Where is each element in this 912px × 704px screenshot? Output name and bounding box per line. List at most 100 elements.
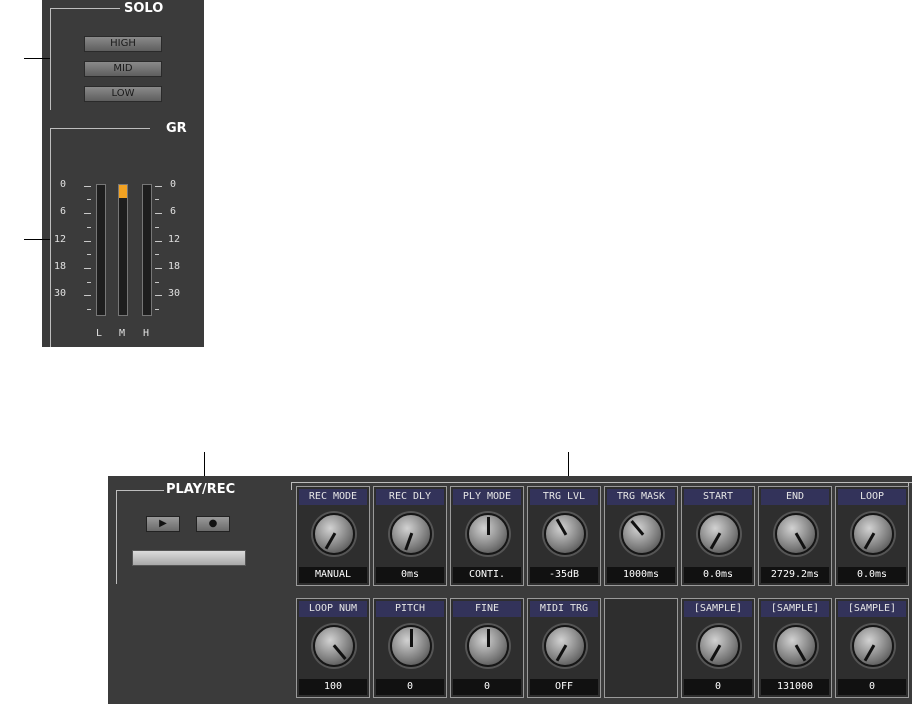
param-value: OFF — [530, 679, 598, 695]
playrec-bar-button[interactable] — [132, 550, 246, 566]
callout-line-gr — [24, 239, 50, 240]
param-knob[interactable] — [621, 513, 663, 555]
play-rec-panel: PLAY/REC ▶ ● REC MODE MANUAL REC DLY 0ms PLY… — [108, 476, 912, 704]
knob-pointer — [404, 532, 414, 551]
param-knob[interactable] — [775, 625, 817, 667]
param-value: 0 — [838, 679, 906, 695]
gr-meter-m-fill — [119, 185, 127, 198]
param-label: END — [761, 489, 829, 505]
param-knob[interactable] — [698, 513, 740, 555]
empty-param-slot — [604, 598, 678, 698]
param-knob[interactable] — [852, 625, 894, 667]
gr-meter-h-label: H — [143, 328, 150, 339]
param-label: TRG LVL — [530, 489, 598, 505]
gr-scale-left-0: 0 — [60, 179, 67, 190]
solo-frame-top — [50, 8, 120, 9]
param-value: 1000ms — [607, 567, 675, 583]
knob-pointer — [410, 629, 413, 647]
solo-low-button[interactable]: LOW — [84, 86, 162, 102]
solo-mid-button[interactable]: MID — [84, 61, 162, 77]
solo-gr-panel: SOLO HIGH MID LOW GR 0 6 12 18 30 0 6 12… — [42, 0, 204, 347]
param-rec-dly: REC DLY 0ms — [373, 486, 447, 586]
gr-meter-l — [96, 184, 106, 316]
gr-frame-top — [50, 128, 150, 129]
param-label: [SAMPLE] — [838, 601, 906, 617]
param-sample: [SAMPLE] 0 — [681, 598, 755, 698]
callout-line-solo — [24, 58, 50, 59]
gr-tick — [155, 227, 159, 228]
knob-pointer — [709, 644, 722, 662]
knob-pointer — [555, 518, 568, 536]
param-knob[interactable] — [390, 625, 432, 667]
param-knob[interactable] — [467, 513, 509, 555]
param-sample: [SAMPLE] 131000 — [758, 598, 832, 698]
solo-high-button[interactable]: HIGH — [84, 36, 162, 52]
param-loop-num: LOOP NUM 100 — [296, 598, 370, 698]
play-button[interactable]: ▶ — [146, 516, 180, 532]
param-label: [SAMPLE] — [761, 601, 829, 617]
param-label: TRG MASK — [607, 489, 675, 505]
param-value: 0ms — [376, 567, 444, 583]
gr-scale-left-12: 12 — [54, 234, 67, 245]
knob-pointer — [863, 532, 876, 550]
gr-meter-m-label: M — [119, 328, 126, 339]
knob-pointer — [630, 520, 645, 536]
param-label: [SAMPLE] — [684, 601, 752, 617]
record-icon: ● — [208, 518, 218, 529]
gr-scale-left-6: 6 — [60, 206, 67, 217]
param-knob[interactable] — [775, 513, 817, 555]
param-value: MANUAL — [299, 567, 367, 583]
knob-pointer — [332, 644, 347, 660]
param-label: REC DLY — [376, 489, 444, 505]
param-sample: [SAMPLE] 0 — [835, 598, 909, 698]
param-knob[interactable] — [544, 625, 586, 667]
knob-pointer — [794, 644, 807, 662]
param-knob[interactable] — [313, 513, 355, 555]
gr-tick — [84, 186, 91, 187]
gr-scale-right-6: 6 — [170, 206, 177, 217]
param-end: END 2729.2ms — [758, 486, 832, 586]
gr-tick — [155, 295, 162, 296]
param-label: START — [684, 489, 752, 505]
gr-tick — [87, 227, 91, 228]
knob-pointer — [555, 644, 568, 662]
param-ply-mode: PLY MODE CONTI. — [450, 486, 524, 586]
param-value: 131000 — [761, 679, 829, 695]
gr-tick — [155, 254, 159, 255]
param-knob[interactable] — [467, 625, 509, 667]
param-value: 100 — [299, 679, 367, 695]
knob-pointer — [324, 532, 337, 550]
param-knob[interactable] — [852, 513, 894, 555]
gr-tick — [155, 213, 162, 214]
params-frame-left — [291, 482, 292, 490]
solo-title: SOLO — [124, 1, 164, 16]
gr-tick — [155, 268, 162, 269]
knob-pointer — [487, 629, 490, 647]
param-knob[interactable] — [544, 513, 586, 555]
gr-tick — [155, 199, 159, 200]
gr-tick — [87, 254, 91, 255]
param-label: PITCH — [376, 601, 444, 617]
param-rec-mode: REC MODE MANUAL — [296, 486, 370, 586]
param-label: LOOP NUM — [299, 601, 367, 617]
gr-tick — [84, 295, 91, 296]
param-knob[interactable] — [390, 513, 432, 555]
gr-scale-left-18: 18 — [54, 261, 67, 272]
rec-button[interactable]: ● — [196, 516, 230, 532]
gr-meter-m — [118, 184, 128, 316]
param-value: 0.0ms — [684, 567, 752, 583]
knob-pointer — [863, 644, 876, 662]
param-loop: LOOP 0.0ms — [835, 486, 909, 586]
params-frame-top — [291, 482, 912, 483]
param-knob[interactable] — [698, 625, 740, 667]
gr-tick — [155, 186, 162, 187]
param-value: 0 — [684, 679, 752, 695]
gr-tick — [84, 241, 91, 242]
param-knob[interactable] — [313, 625, 355, 667]
param-trg-lvl: TRG LVL -35dB — [527, 486, 601, 586]
playrec-frame-top — [116, 490, 164, 491]
gr-tick — [87, 282, 91, 283]
gr-tick — [155, 241, 162, 242]
knob-pointer — [709, 532, 722, 550]
param-value: 2729.2ms — [761, 567, 829, 583]
